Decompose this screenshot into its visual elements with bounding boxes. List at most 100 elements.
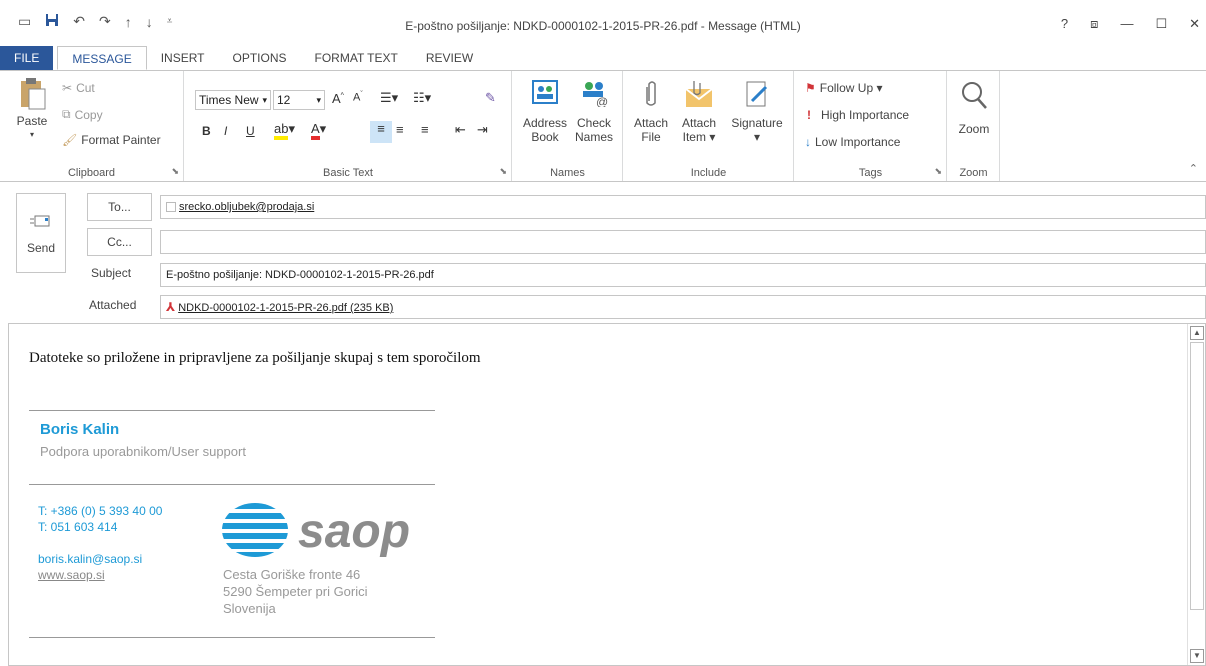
clipboard-launcher-icon[interactable]: ⬊ <box>171 166 179 177</box>
cut-button[interactable]: ✂ Cut <box>62 81 95 95</box>
paste-button[interactable]: Paste ▾ <box>12 77 52 142</box>
shrink-font-icon[interactable]: Aˇ <box>353 91 363 104</box>
align-center-icon[interactable]: ≡ <box>396 122 404 137</box>
body-text[interactable]: Datoteke so priložene in pripravljene za… <box>29 350 481 367</box>
clipboard-icon <box>21 78 46 110</box>
zoom-group: Zoom Zoom <box>948 71 1000 181</box>
minimize-button[interactable]: — <box>1120 16 1133 32</box>
signature-label-2: ▾ <box>753 130 761 144</box>
send-button[interactable]: Send <box>16 193 66 273</box>
italic-button[interactable]: I <box>224 124 227 138</box>
numbering-icon[interactable]: ☷▾ <box>413 90 431 106</box>
ribbon-display-button[interactable]: ⧈ <box>1090 16 1098 32</box>
attach-file-label-1: Attach <box>633 116 669 130</box>
tab-review[interactable]: REVIEW <box>412 46 487 70</box>
check-names-button[interactable]: @ Check Names <box>571 79 617 144</box>
magnifier-icon <box>962 82 987 109</box>
follow-up-button[interactable]: ⚑ Follow Up ▾ <box>805 81 882 95</box>
format-painter-label: Format Painter <box>81 133 161 147</box>
signature-address-3: Slovenija <box>223 601 276 616</box>
decrease-indent-icon[interactable]: ⇤ <box>455 122 466 138</box>
signature-phone-2: T: 051 603 414 <box>38 520 118 534</box>
attachment-item[interactable]: NDKD-0000102-1-2015-PR-26.pdf (235 KB) <box>178 302 393 314</box>
signature-label-1: Signature <box>731 116 783 130</box>
high-importance-label: High Importance <box>821 108 910 122</box>
tab-options[interactable]: OPTIONS <box>219 46 301 70</box>
tab-insert[interactable]: INSERT <box>147 46 219 70</box>
collapse-ribbon-icon[interactable]: ⌃ <box>1189 162 1198 175</box>
attach-item-icon <box>685 81 713 107</box>
tab-message[interactable]: MESSAGE <box>57 46 147 70</box>
bullets-icon[interactable]: ☰▾ <box>380 90 398 106</box>
tab-file[interactable]: FILE <box>0 46 54 70</box>
to-recipient[interactable]: srecko.obljubek@prodaja.si <box>179 201 314 213</box>
attached-label: Attached <box>89 298 137 312</box>
chevron-down-icon: ▾ <box>316 95 321 105</box>
signature-divider <box>29 410 435 411</box>
names-group: Address Book @ Check Names Names <box>513 71 623 181</box>
attach-item-button[interactable]: Attach Item ▾ <box>676 79 722 144</box>
tab-format-text[interactable]: FORMAT TEXT <box>301 46 412 70</box>
scroll-down-icon[interactable]: ▼ <box>1190 649 1204 663</box>
address-book-button[interactable]: Address Book <box>519 79 571 144</box>
attachment-field: ⅄ NDKD-0000102-1-2015-PR-26.pdf (235 KB) <box>160 295 1206 319</box>
window-controls: ? ⧈ — ☐ ✕ <box>1061 16 1200 32</box>
font-size-combo[interactable]: 12 ▾ <box>273 90 325 110</box>
signature-phone-1: T: +386 (0) 5 393 40 00 <box>38 504 163 518</box>
paste-label: Paste <box>16 114 48 128</box>
signature-website[interactable]: www.saop.si <box>38 568 105 582</box>
bold-button[interactable]: B <box>202 124 211 138</box>
font-size-value: 12 <box>277 93 291 107</box>
basic-text-group-label: Basic Text <box>323 167 373 179</box>
follow-up-label: Follow Up ▾ <box>819 81 883 95</box>
highlight-icon[interactable]: ab▾ <box>274 121 295 140</box>
underline-button[interactable]: U <box>246 124 255 138</box>
attach-item-label-1: Attach <box>681 116 717 130</box>
attach-file-label-2: File <box>641 130 661 144</box>
clipboard-group: Paste ▾ ✂ Cut ⧉ Copy 🖌 Format Painter Clipb… <box>0 71 184 181</box>
high-importance-button[interactable]: ! High Importance <box>807 108 909 122</box>
title-bar: ▭ ↶ ↷ ↑ ↓ ⩡ E-poštno pošiljanje: NDKD-00… <box>0 0 1206 46</box>
clear-formatting-icon[interactable]: ✎ <box>485 90 496 106</box>
scroll-up-icon[interactable]: ▲ <box>1190 326 1204 340</box>
basic-text-launcher-icon[interactable]: ⬊ <box>499 166 507 177</box>
window-title: E-poštno pošiljanje: NDKD-0000102-1-2015… <box>405 19 801 33</box>
grow-font-icon[interactable]: A^ <box>332 91 344 106</box>
format-painter-button[interactable]: 🖌 Format Painter <box>62 133 161 147</box>
vertical-scrollbar[interactable]: ▲ ▼ <box>1187 324 1205 665</box>
attach-file-button[interactable]: Attach File <box>630 79 672 144</box>
message-body[interactable]: Datoteke so priložene in pripravljene za… <box>8 323 1206 666</box>
include-group-label: Include <box>690 167 727 179</box>
low-importance-button[interactable]: ↓ Low Importance <box>805 135 900 149</box>
signature-role: Podpora uporabnikom/User support <box>40 444 246 459</box>
chevron-down-icon: ▾ <box>29 130 34 139</box>
zoom-button[interactable]: Zoom <box>952 79 996 136</box>
check-names-icon: @ <box>583 82 608 109</box>
signature-address-2: 5290 Šempeter pri Gorici <box>223 584 368 599</box>
to-field[interactable]: srecko.obljubek@prodaja.si <box>160 195 1206 219</box>
clipboard-group-label: Clipboard <box>67 167 116 179</box>
signature-button[interactable]: Signature ▾ <box>726 79 788 144</box>
cc-button[interactable]: Cc... <box>87 228 152 256</box>
signature-name: Boris Kalin <box>40 421 120 438</box>
tags-launcher-icon[interactable]: ⬊ <box>934 166 942 177</box>
maximize-button[interactable]: ☐ <box>1155 16 1167 32</box>
scroll-thumb[interactable] <box>1190 342 1204 610</box>
subject-field[interactable]: E-poštno pošiljanje: NDKD-0000102-1-2015… <box>160 263 1206 287</box>
font-color-icon[interactable]: A▾ <box>311 121 326 140</box>
signature-email[interactable]: boris.kalin@saop.si <box>38 552 142 566</box>
increase-indent-icon[interactable]: ⇥ <box>477 122 488 138</box>
align-left-icon[interactable]: ≡ <box>370 121 392 143</box>
copy-button[interactable]: ⧉ Copy <box>62 107 103 122</box>
cc-field[interactable] <box>160 230 1206 254</box>
signature-divider <box>29 484 435 485</box>
basic-text-group: Times New ▾ 12 ▾ A^ Aˇ ☰▾ ☷▾ ✎ B I U ab▾ A… <box>185 71 512 181</box>
align-right-icon[interactable]: ≡ <box>421 122 429 137</box>
address-book-label-2: Book <box>531 130 559 144</box>
zoom-group-label: Zoom <box>959 167 988 179</box>
subject-label: Subject <box>91 266 132 280</box>
to-button[interactable]: To... <box>87 193 152 221</box>
help-button[interactable]: ? <box>1061 16 1068 32</box>
font-name-combo[interactable]: Times New ▾ <box>195 90 271 110</box>
close-button[interactable]: ✕ <box>1189 16 1200 32</box>
